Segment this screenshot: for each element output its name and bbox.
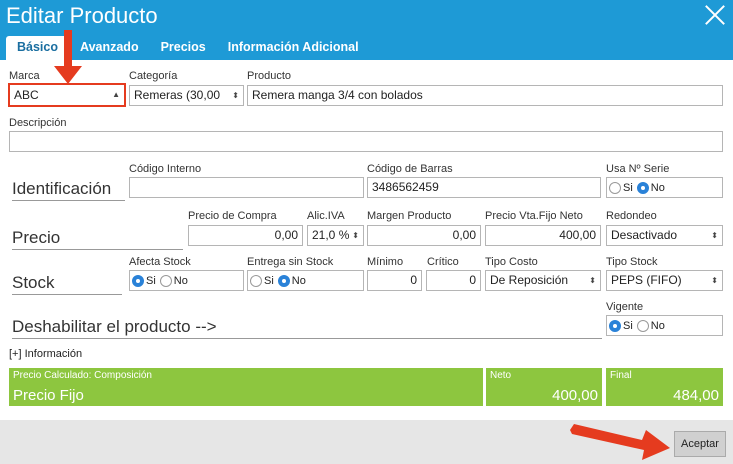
producto-label: Producto [247,70,292,82]
select-arrows-icon: ⬍ [711,231,718,240]
red-arrow-marca-icon [54,30,82,84]
radio-icon [250,274,262,287]
radio-label: No [173,274,188,287]
tipo-costo-label: Tipo Costo [485,256,538,268]
redondeo-select[interactable]: Desactivado ⬍ [606,225,723,246]
section-deshabilitar: Deshabilitar el producto --> [12,316,602,339]
radio-selected-icon [277,274,290,287]
margen-label: Margen Producto [367,210,452,222]
composicion-value: Precio Fijo [13,387,84,404]
marca-select[interactable]: ABC ▲ [8,83,126,107]
afecta-stock-label: Afecta Stock [129,256,191,268]
tipo-costo-select[interactable]: De Reposición ⬍ [485,270,601,291]
tipo-stock-value: PEPS (FIFO) [611,273,682,287]
radio-icon [159,274,172,287]
section-stock: Stock [12,272,122,295]
radio-label: No [650,319,665,332]
marca-label: Marca [9,70,40,82]
info-toggle-link[interactable]: [+] Información [9,348,82,360]
critico-input[interactable]: 0 [426,270,481,291]
critico-label: Crítico [427,256,459,268]
accept-button[interactable]: Aceptar [674,431,726,457]
radio-label: Si [623,319,633,332]
entrega-sin-stock-radio-group: Si No [247,270,364,291]
codigo-interno-label: Código Interno [129,163,202,175]
usa-serie-no[interactable]: No [636,181,665,194]
margen-input[interactable]: 0,00 [367,225,481,246]
final-value: 484,00 [673,387,719,404]
select-arrows-icon: ⬍ [352,231,359,240]
usa-serie-si[interactable]: Si [609,181,633,194]
minimo-label: Mínimo [367,256,404,268]
categoria-label: Categoría [129,70,178,82]
afecta-stock-no[interactable]: No [159,274,188,287]
entrega-sin-stock-si[interactable]: Si [250,274,274,287]
codigo-interno-input[interactable] [129,177,364,198]
radio-label: Si [264,274,274,287]
select-arrows-icon: ⬍ [232,91,239,100]
tipo-stock-select[interactable]: PEPS (FIFO) ⬍ [606,270,723,291]
redondeo-label: Redondeo [606,210,657,222]
vigente-si[interactable]: Si [609,319,633,332]
vigente-radio-group: Si No [606,315,723,336]
composicion-panel: Precio Calculado: Composición Precio Fij… [9,368,483,406]
neto-panel: Neto 400,00 [486,368,602,406]
dialog-title: Editar Producto [6,3,158,28]
tipo-costo-value: De Reposición [490,273,569,287]
final-caption: Final [610,370,632,381]
section-precio: Precio [12,227,183,250]
alic-iva-select[interactable]: 21,0 % ⬍ [307,225,364,246]
radio-selected-icon [636,181,649,194]
radio-selected-icon [132,274,144,287]
select-arrows-icon: ⬍ [589,276,596,285]
tab-informacion-adicional[interactable]: Información Adicional [217,36,370,60]
final-panel: Final 484,00 [606,368,723,406]
vigente-label: Vigente [606,301,644,313]
afecta-stock-si[interactable]: Si [132,274,156,287]
radio-selected-icon [609,319,621,332]
marca-value: ABC [14,88,39,102]
descripcion-input[interactable] [9,131,723,152]
usa-serie-radio-group: Si No [606,177,723,198]
radio-icon [609,181,621,194]
tipo-stock-label: Tipo Stock [606,256,658,268]
codigo-barras-input[interactable]: 3486562459 [367,177,601,198]
dialog-header: Editar Producto Básico Avanzado Precios … [0,0,733,60]
descripcion-label: Descripción [9,117,67,129]
alic-iva-value: 21,0 % [312,228,350,242]
minimo-input[interactable]: 0 [367,270,422,291]
entrega-sin-stock-no[interactable]: No [277,274,306,287]
precio-vta-label: Precio Vta.Fijo Neto [485,210,583,222]
neto-caption: Neto [490,370,512,381]
select-arrows-icon: ▲ [112,90,120,99]
vigente-no[interactable]: No [636,319,665,332]
composicion-caption: Precio Calculado: Composición [13,370,152,381]
select-arrows-icon: ⬍ [711,276,718,285]
precio-vta-input[interactable]: 400,00 [485,225,601,246]
usa-serie-label: Usa Nº Serie [606,163,670,175]
precio-compra-label: Precio de Compra [188,210,277,222]
redondeo-value: Desactivado [611,228,678,242]
radio-label: No [650,181,665,194]
precio-compra-input[interactable]: 0,00 [188,225,303,246]
radio-label: Si [146,274,156,287]
tab-precios[interactable]: Precios [150,36,217,60]
entrega-sin-stock-label: Entrega sin Stock [247,256,334,268]
afecta-stock-radio-group: Si No [129,270,244,291]
codigo-barras-label: Código de Barras [367,163,453,175]
close-icon[interactable] [703,2,727,26]
red-arrow-aceptar-icon [570,424,670,460]
categoria-select[interactable]: Remeras (30,00 ⬍ [129,85,244,106]
neto-value: 400,00 [552,387,598,404]
radio-label: Si [623,181,633,194]
section-identificacion: Identificación [12,178,125,201]
alic-iva-label: Alic.IVA [307,210,345,222]
producto-input[interactable]: Remera manga 3/4 con bolados [247,85,723,106]
radio-icon [636,319,649,332]
radio-label: No [291,274,306,287]
categoria-value: Remeras (30,00 [134,88,221,102]
